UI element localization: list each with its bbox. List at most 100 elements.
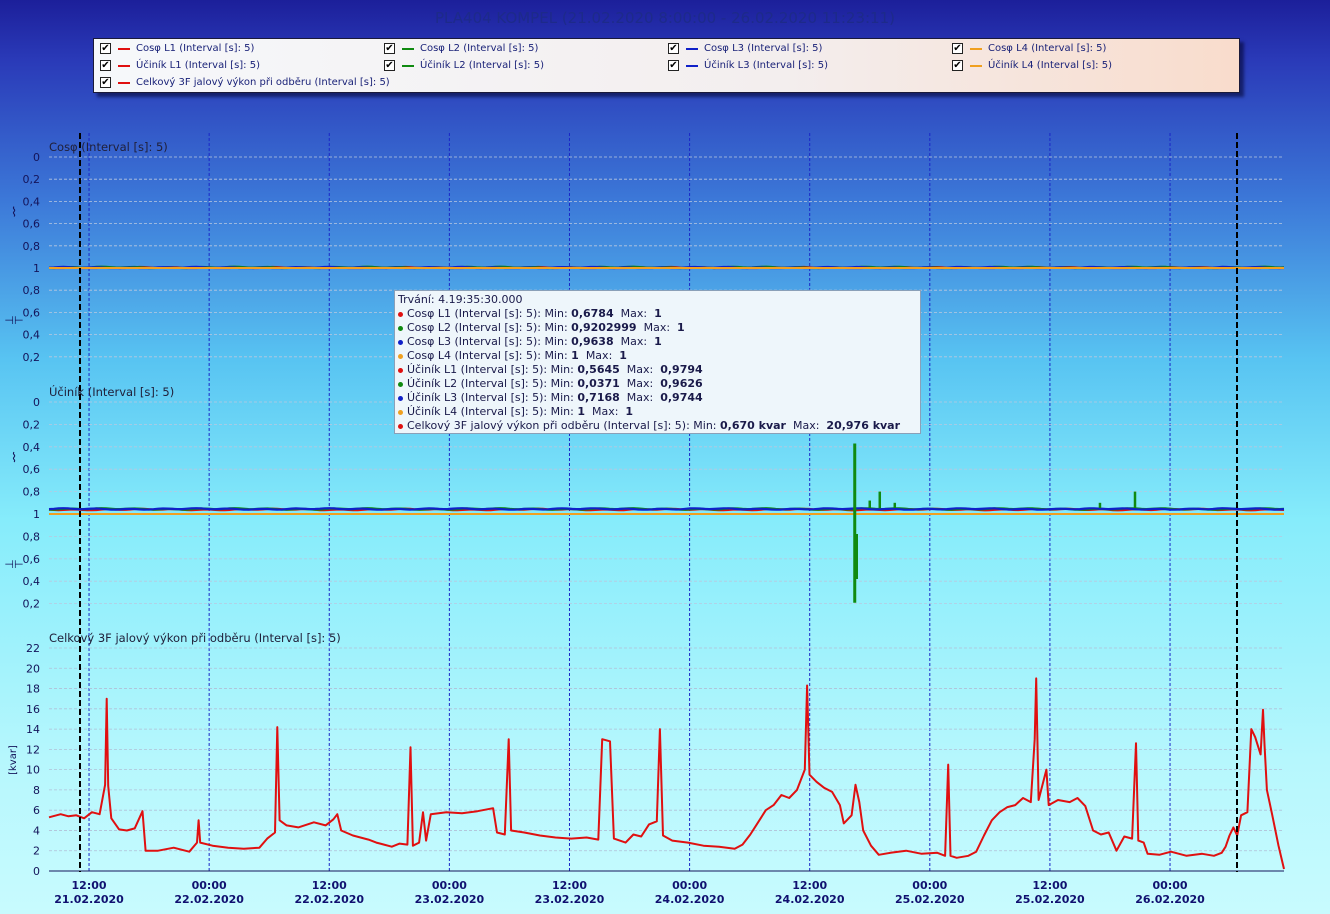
panel-title: Účiník (Interval [s]: 5): [49, 384, 174, 399]
x-tick-time: 12:00: [552, 879, 587, 892]
x-tick-time: 00:00: [912, 879, 947, 892]
tooltip-row: Cosφ L1 (Interval [s]: 5): Min: 0,6784 M…: [398, 307, 662, 321]
tooltip-row-label: Účiník L2 (Interval [s]: 5): Min:: [407, 377, 578, 390]
tooltip-row: Celkový 3F jalový výkon při odběru (Inte…: [398, 419, 900, 433]
x-tick-date: 22.02.2020: [174, 893, 244, 906]
y-tick-label: 0,4: [23, 441, 41, 454]
x-tick-time: 12:00: [1032, 879, 1067, 892]
tooltip-max-label: Max:: [619, 377, 661, 390]
y-tick-label: 14: [26, 723, 40, 736]
y-tick-label: 0,4: [23, 329, 41, 342]
chart-area[interactable]: 0 0,2 0,4 0,6 0,8 1 0,8 0,6 0,4 0,2 ⌇ ⊣⊢ Cosφ (Inter…: [0, 0, 1330, 914]
x-tick-time: 00:00: [1153, 879, 1188, 892]
tooltip-max: 0,9794: [660, 363, 703, 376]
y-tick-label: 6: [33, 804, 40, 817]
stats-tooltip: Trvání: 4.19:35:30.000 Cosφ L1 (Interval…: [394, 290, 921, 434]
y-tick-label: 10: [26, 764, 40, 777]
x-tick-date: 24.02.2020: [655, 893, 725, 906]
tooltip-min: 0,7168: [577, 391, 620, 404]
y-tick-label: 0,8: [23, 284, 41, 297]
y-tick-label: 0,4: [23, 195, 41, 208]
tooltip-max-label: Max:: [785, 419, 827, 432]
series-dot-icon: [398, 325, 403, 331]
y-tick-label: 0,6: [23, 553, 41, 566]
y-tick-label: 0: [33, 396, 40, 409]
inductive-icon: ⌇: [11, 451, 17, 466]
x-tick-date: 26.02.2020: [1135, 893, 1205, 906]
tooltip-max: 20,976 kvar: [826, 419, 901, 432]
tooltip-row-label: Celkový 3F jalový výkon při odběru (Inte…: [407, 419, 721, 432]
series-dot-icon: [398, 353, 403, 359]
y-tick-label: 0,2: [23, 173, 41, 186]
y-tick-label: 0,6: [23, 306, 41, 319]
capacitive-icon: ⊣⊢: [4, 558, 23, 571]
tooltip-min: 1: [571, 349, 579, 362]
series-dot-icon: [398, 381, 403, 387]
tooltip-row: Účiník L1 (Interval [s]: 5): Min: 0,5645…: [398, 363, 703, 377]
series-dot-icon: [398, 367, 403, 373]
x-tick-date: 23.02.2020: [535, 893, 605, 906]
y-tick-label: 0,2: [23, 351, 41, 364]
x-tick-time: 12:00: [312, 879, 347, 892]
panel-title: Celkový 3F jalový výkon při odběru (Inte…: [49, 631, 341, 645]
x-tick-date: 25.02.2020: [1015, 893, 1085, 906]
y-tick-label: 0,8: [23, 486, 41, 499]
tooltip-row-label: Cosφ L2 (Interval [s]: 5): Min:: [407, 321, 572, 334]
tooltip-row-label: Cosφ L4 (Interval [s]: 5): Min:: [407, 349, 572, 362]
x-tick-date: 21.02.2020: [54, 893, 124, 906]
x-tick-time: 00:00: [192, 879, 227, 892]
tooltip-row-label: Účiník L3 (Interval [s]: 5): Min:: [407, 391, 578, 404]
y-tick-label: 0,2: [23, 418, 41, 431]
series-dot-icon: [398, 395, 403, 401]
tooltip-min: 0,0371: [577, 377, 620, 390]
series-dot-icon: [398, 409, 403, 415]
tooltip-max: 1: [677, 321, 685, 334]
series-dot-icon: [398, 311, 403, 317]
tooltip-row: Účiník L3 (Interval [s]: 5): Min: 0,7168…: [398, 391, 703, 405]
series-dot-icon: [398, 423, 403, 429]
x-tick-time: 12:00: [72, 879, 107, 892]
y-tick-label: 20: [26, 662, 40, 675]
tooltip-max-label: Max:: [636, 321, 678, 334]
tooltip-min: 0,5645: [577, 363, 620, 376]
tooltip-max-label: Max:: [613, 335, 655, 348]
tooltip-max-label: Max:: [619, 363, 661, 376]
y-axis-label: [kvar]: [8, 745, 19, 775]
tooltip-row: Účiník L4 (Interval [s]: 5): Min: 1 Max:…: [398, 405, 633, 419]
series-line: [48, 507, 1285, 511]
capacitive-icon: ⊣⊢: [4, 314, 23, 327]
tooltip-row-label: Cosφ L1 (Interval [s]: 5): Min:: [407, 307, 572, 320]
tooltip-row: Cosφ L4 (Interval [s]: 5): Min: 1 Max: 1: [398, 349, 627, 363]
tooltip-max-label: Max:: [584, 405, 626, 418]
x-tick-date: 23.02.2020: [415, 893, 485, 906]
x-tick-date: 25.02.2020: [895, 893, 965, 906]
y-tick-label: 16: [26, 703, 40, 716]
y-tick-label: 18: [26, 683, 40, 696]
y-tick-label: 0,4: [23, 575, 41, 588]
y-tick-label: 1: [33, 262, 40, 275]
y-tick-label: 0,8: [23, 530, 41, 543]
tooltip-row: Cosφ L3 (Interval [s]: 5): Min: 0,9638 M…: [398, 335, 662, 349]
y-tick-label: 0,2: [23, 598, 41, 611]
y-tick-label: 0,6: [23, 218, 41, 231]
x-tick-date: 24.02.2020: [775, 893, 845, 906]
y-tick-label: 0: [33, 865, 40, 878]
x-tick-time: 00:00: [672, 879, 707, 892]
tooltip-max-label: Max:: [619, 391, 661, 404]
y-tick-label: 8: [33, 784, 40, 797]
tooltip-row-label: Cosφ L3 (Interval [s]: 5): Min:: [407, 335, 572, 348]
tooltip-row-label: Účiník L1 (Interval [s]: 5): Min:: [407, 363, 578, 376]
tooltip-duration: Trvání: 4.19:35:30.000: [398, 293, 523, 306]
report-window: PLA404 KOMPEL (21.02.2020 8:00:00 - 26.0…: [0, 0, 1330, 914]
y-tick-label: 1: [33, 508, 40, 521]
tooltip-max: 0,9626: [660, 377, 703, 390]
y-tick-label: 0,8: [23, 240, 41, 253]
panel-title: Cosφ (Interval [s]: 5): [49, 140, 168, 154]
tooltip-max: 1: [654, 335, 662, 348]
tooltip-max: 1: [619, 349, 627, 362]
y-tick-label: 12: [26, 743, 40, 756]
tooltip-max: 1: [625, 405, 634, 418]
x-tick-time: 00:00: [432, 879, 467, 892]
tooltip-min: 0,9202999: [571, 321, 637, 334]
y-tick-label: 4: [33, 824, 40, 837]
